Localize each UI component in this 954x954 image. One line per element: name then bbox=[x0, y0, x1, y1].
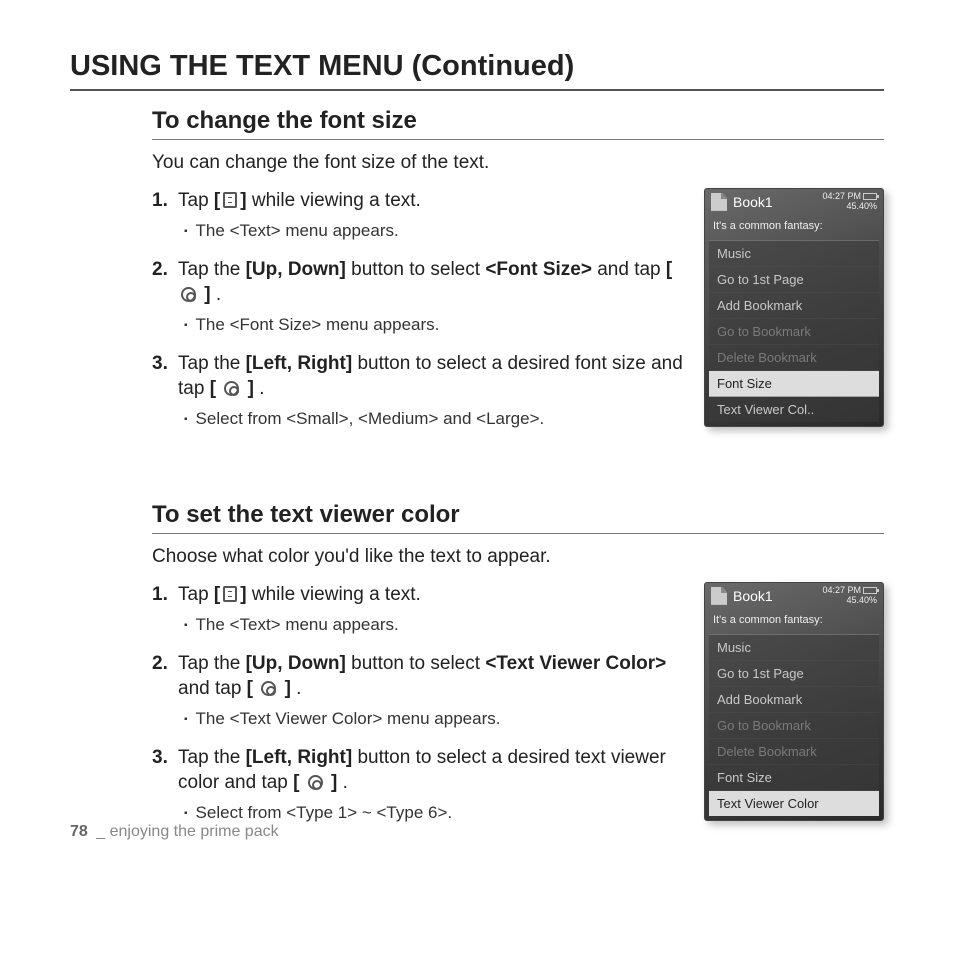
step-item: 3.Tap the [Left, Right] button to select… bbox=[152, 351, 686, 431]
device-percent: 45.40% bbox=[822, 202, 877, 212]
device-menu-item: Font Size bbox=[709, 765, 879, 791]
device-sample-text: It's a common fantasy: bbox=[709, 608, 879, 634]
device-time: 04:27 PM bbox=[822, 191, 861, 201]
sub-note: The <Text Viewer Color> menu appears. bbox=[184, 708, 686, 731]
device-menu-item: Text Viewer Col.. bbox=[709, 397, 879, 422]
device-screenshot: Book1 04:27 PM 45.40% It's a common fant… bbox=[704, 188, 884, 427]
section-text-viewer-color: To set the text viewer color Choose what… bbox=[152, 501, 884, 839]
page-title: USING THE TEXT MENU (Continued) bbox=[70, 50, 884, 91]
battery-icon bbox=[863, 193, 877, 200]
section-font-size: To change the font size You can change t… bbox=[152, 107, 884, 445]
device-menu-item: Go to 1st Page bbox=[709, 661, 879, 687]
device-menu-item: Text Viewer Color bbox=[709, 791, 879, 816]
device-book-title: Book1 bbox=[733, 588, 822, 604]
device-menu-item: Font Size bbox=[709, 371, 879, 397]
sub-note: Select from <Small>, <Medium> and <Large… bbox=[184, 408, 686, 431]
device-menu-item: Go to 1st Page bbox=[709, 267, 879, 293]
device-book-title: Book1 bbox=[733, 194, 822, 210]
steps-list: 1.Tap [] while viewing a text.The <Text>… bbox=[152, 188, 686, 431]
footer-sep: _ bbox=[96, 823, 105, 840]
section-intro: You can change the font size of the text… bbox=[152, 152, 884, 174]
menu-icon bbox=[223, 586, 237, 602]
step-item: 2.Tap the [Up, Down] button to select <T… bbox=[152, 651, 686, 731]
device-menu-item: Music bbox=[709, 241, 879, 267]
section-title: To set the text viewer color bbox=[152, 501, 884, 534]
sub-note: Select from <Type 1> ~ <Type 6>. bbox=[184, 802, 686, 825]
step-item: 3.Tap the [Left, Right] button to select… bbox=[152, 745, 686, 825]
menu-icon bbox=[223, 192, 237, 208]
device-menu: MusicGo to 1st PageAdd BookmarkGo to Boo… bbox=[709, 240, 879, 422]
sub-note: The <Font Size> menu appears. bbox=[184, 314, 686, 337]
section-title: To change the font size bbox=[152, 107, 884, 140]
sub-note: The <Text> menu appears. bbox=[184, 220, 686, 243]
device-menu: MusicGo to 1st PageAdd BookmarkGo to Boo… bbox=[709, 634, 879, 816]
chapter-name: enjoying the prime pack bbox=[110, 823, 279, 840]
device-time: 04:27 PM bbox=[822, 585, 861, 595]
sub-note: The <Text> menu appears. bbox=[184, 614, 686, 637]
device-menu-item: Delete Bookmark bbox=[709, 739, 879, 765]
page-number: 78 bbox=[70, 823, 88, 840]
select-icon bbox=[181, 287, 196, 302]
device-menu-item: Add Bookmark bbox=[709, 687, 879, 713]
select-icon bbox=[261, 681, 276, 696]
device-menu-item: Delete Bookmark bbox=[709, 345, 879, 371]
select-icon bbox=[224, 381, 239, 396]
device-percent: 45.40% bbox=[822, 596, 877, 606]
device-menu-item: Go to Bookmark bbox=[709, 319, 879, 345]
device-screenshot: Book1 04:27 PM 45.40% It's a common fant… bbox=[704, 582, 884, 821]
steps-list: 1.Tap [] while viewing a text.The <Text>… bbox=[152, 582, 686, 825]
step-item: 1.Tap [] while viewing a text.The <Text>… bbox=[152, 188, 686, 243]
step-item: 1.Tap [] while viewing a text.The <Text>… bbox=[152, 582, 686, 637]
section-intro: Choose what color you'd like the text to… bbox=[152, 546, 884, 568]
device-menu-item: Music bbox=[709, 635, 879, 661]
select-icon bbox=[308, 775, 323, 790]
battery-icon bbox=[863, 587, 877, 594]
doc-icon bbox=[711, 193, 727, 211]
device-sample-text: It's a common fantasy: bbox=[709, 214, 879, 240]
page-footer: 78 _ enjoying the prime pack bbox=[70, 823, 279, 841]
step-item: 2.Tap the [Up, Down] button to select <F… bbox=[152, 257, 686, 337]
device-menu-item: Go to Bookmark bbox=[709, 713, 879, 739]
device-menu-item: Add Bookmark bbox=[709, 293, 879, 319]
doc-icon bbox=[711, 587, 727, 605]
